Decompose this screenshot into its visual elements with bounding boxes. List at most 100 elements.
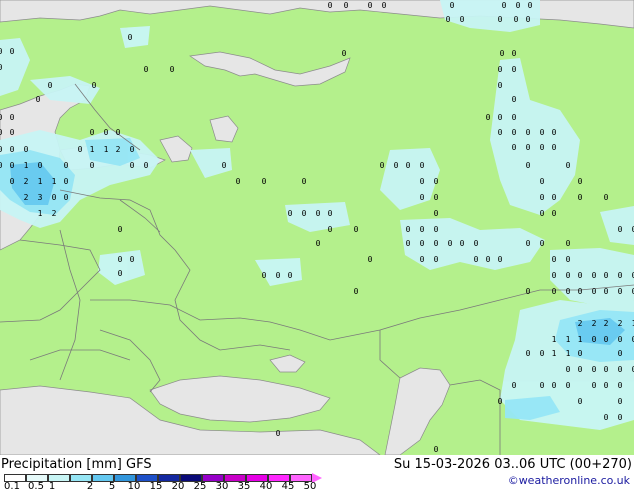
- marker-0: 0: [144, 65, 149, 74]
- marker-0: 0: [48, 81, 53, 90]
- marker-0: 0: [540, 381, 545, 390]
- marker-0: 0: [288, 271, 293, 280]
- marker-0: 0: [512, 143, 517, 152]
- marker-0: 0: [578, 365, 583, 374]
- marker-0: 0: [10, 161, 15, 170]
- credit-link[interactable]: ©weatheronline.co.uk: [508, 474, 630, 487]
- marker-0: 0: [434, 193, 439, 202]
- legend-label: 0.1: [4, 481, 20, 492]
- marker-0: 0: [474, 255, 479, 264]
- marker-0: 0: [354, 225, 359, 234]
- legend-label: 35: [237, 481, 251, 492]
- marker-0: 0: [78, 145, 83, 154]
- legend-label: 20: [171, 481, 185, 492]
- marker-0: 0: [618, 287, 623, 296]
- marker-0: 0: [566, 271, 571, 280]
- marker-0: 0: [552, 143, 557, 152]
- marker-0: 0: [434, 239, 439, 248]
- marker-0: 0: [130, 255, 135, 264]
- marker-0: 0: [64, 161, 69, 170]
- marker-0: 0: [604, 365, 609, 374]
- marker-0: 0: [514, 15, 519, 24]
- marker-0: 0: [380, 161, 385, 170]
- marker-0: 0: [566, 287, 571, 296]
- marker-0: 0: [552, 287, 557, 296]
- marker-0: 0: [566, 161, 571, 170]
- marker-1: 1: [552, 349, 557, 358]
- marker-0: 0: [406, 225, 411, 234]
- marker-0: 0: [618, 381, 623, 390]
- marker-1: 1: [38, 177, 43, 186]
- marker-1: 1: [52, 177, 57, 186]
- marker-0: 0: [10, 113, 15, 122]
- marker-0: 0: [618, 413, 623, 422]
- marker-0: 0: [302, 177, 307, 186]
- marker-0: 0: [276, 271, 281, 280]
- marker-0: 0: [618, 225, 623, 234]
- marker-0: 0: [592, 381, 597, 390]
- marker-0: 0: [0, 63, 3, 72]
- marker-0: 0: [222, 161, 227, 170]
- marker-0: 0: [512, 128, 517, 137]
- marker-0: 0: [540, 209, 545, 218]
- legend-label: 30: [215, 481, 229, 492]
- marker-0: 0: [592, 287, 597, 296]
- map-footer: Precipitation [mm] GFS Su 15-03-2026 03.…: [0, 455, 634, 492]
- marker-0: 0: [512, 381, 517, 390]
- marker-0: 0: [498, 113, 503, 122]
- marker-0: 0: [328, 1, 333, 10]
- legend-label: 15: [149, 481, 163, 492]
- marker-0: 0: [592, 365, 597, 374]
- marker-0: 0: [604, 193, 609, 202]
- marker-0: 0: [578, 287, 583, 296]
- marker-0: 0: [566, 365, 571, 374]
- marker-2: 2: [578, 319, 583, 328]
- marker-0: 0: [328, 209, 333, 218]
- marker-0: 0: [236, 177, 241, 186]
- legend-label: 50: [303, 481, 317, 492]
- legend-label: 0.5: [28, 481, 44, 492]
- marker-0: 0: [578, 397, 583, 406]
- legend-label: 10: [127, 481, 141, 492]
- marker-0: 0: [64, 193, 69, 202]
- marker-0: 0: [526, 349, 531, 358]
- marker-0: 0: [618, 365, 623, 374]
- marker-0: 0: [130, 145, 135, 154]
- marker-0: 0: [0, 128, 3, 137]
- marker-0: 0: [420, 161, 425, 170]
- marker-0: 0: [288, 209, 293, 218]
- marker-0: 0: [302, 209, 307, 218]
- marker-0: 0: [540, 128, 545, 137]
- marker-1: 1: [104, 145, 109, 154]
- marker-0: 0: [394, 161, 399, 170]
- marker-0: 0: [578, 193, 583, 202]
- marker-0: 0: [262, 271, 267, 280]
- marker-0: 0: [512, 65, 517, 74]
- marker-0: 0: [592, 335, 597, 344]
- marker-0: 0: [434, 177, 439, 186]
- marker-0: 0: [578, 349, 583, 358]
- marker-1: 1: [578, 335, 583, 344]
- marker-0: 0: [498, 397, 503, 406]
- marker-0: 0: [540, 349, 545, 358]
- marker-0: 0: [354, 287, 359, 296]
- marker-0: 0: [52, 193, 57, 202]
- marker-0: 0: [498, 65, 503, 74]
- marker-0: 0: [36, 95, 41, 104]
- marker-0: 0: [460, 15, 465, 24]
- marker-0: 0: [552, 255, 557, 264]
- marker-0: 0: [420, 193, 425, 202]
- marker-0: 0: [526, 15, 531, 24]
- marker-0: 0: [434, 225, 439, 234]
- marker-2: 2: [618, 319, 623, 328]
- marker-0: 0: [276, 429, 281, 438]
- marker-0: 0: [618, 397, 623, 406]
- marker-0: 0: [406, 239, 411, 248]
- marker-0: 0: [90, 128, 95, 137]
- marker-0: 0: [118, 269, 123, 278]
- marker-0: 0: [498, 15, 503, 24]
- marker-0: 0: [540, 193, 545, 202]
- marker-0: 0: [512, 95, 517, 104]
- marker-0: 0: [604, 335, 609, 344]
- marker-0: 0: [368, 1, 373, 10]
